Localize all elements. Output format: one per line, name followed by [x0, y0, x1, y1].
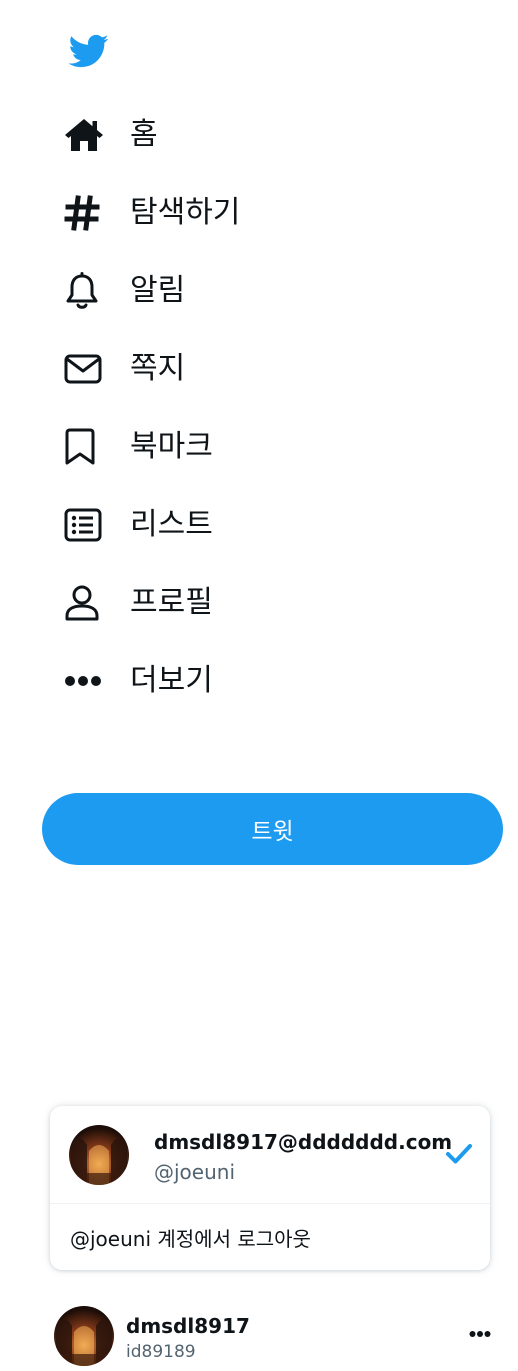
- account-name: dmsdl8917: [126, 1314, 250, 1338]
- account-email: dmsdl8917@ddddddd.com: [154, 1130, 453, 1154]
- nav-item-lists[interactable]: 리스트: [64, 486, 364, 564]
- nav-item-profile[interactable]: 프로필: [64, 564, 364, 642]
- tweet-button[interactable]: 트윗: [42, 793, 503, 865]
- logout-label: @joeuni 계정에서 로그아웃: [70, 1226, 311, 1251]
- nav-label-home: 홈: [130, 117, 158, 152]
- nav-label-lists: 리스트: [130, 507, 213, 542]
- account-menu-popup: dmsdl8917@ddddddd.com @joeuni @joeuni 계정…: [50, 1106, 490, 1270]
- nav-label-explore: 탐색하기: [130, 195, 241, 230]
- hashtag-icon: [64, 190, 110, 236]
- avatar: [69, 1125, 129, 1185]
- nav-item-notifications[interactable]: 알림: [64, 252, 364, 330]
- nav-label-notifications: 알림: [130, 273, 186, 308]
- mail-icon: [64, 346, 110, 392]
- profile-icon: [64, 580, 110, 626]
- more-circles-icon: [64, 658, 110, 704]
- twitter-bird-icon[interactable]: [64, 30, 112, 72]
- nav-label-profile: 프로필: [130, 585, 213, 620]
- ellipsis-icon[interactable]: [469, 1330, 491, 1338]
- home-icon: [64, 112, 110, 158]
- account-handle: id89189: [126, 1342, 196, 1362]
- logout-menu-item[interactable]: @joeuni 계정에서 로그아웃: [50, 1204, 490, 1270]
- bell-icon: [64, 268, 110, 314]
- nav-item-explore[interactable]: 탐색하기: [64, 174, 364, 252]
- checkmark-icon: [445, 1142, 473, 1166]
- account-handle: @joeuni: [154, 1160, 236, 1184]
- list-icon: [64, 502, 110, 548]
- sidebar-nav: 홈 탐색하기 알림 쪽지 북마크 리스트 프로필 더보기: [64, 96, 364, 720]
- account-switcher-button[interactable]: dmsdl8917 id89189: [0, 1296, 518, 1371]
- nav-label-messages: 쪽지: [130, 351, 186, 386]
- nav-item-messages[interactable]: 쪽지: [64, 330, 364, 408]
- nav-item-home[interactable]: 홈: [64, 96, 364, 174]
- bookmark-icon: [64, 424, 110, 470]
- avatar: [54, 1306, 114, 1366]
- nav-label-more: 더보기: [130, 663, 213, 698]
- nav-label-bookmarks: 북마크: [130, 429, 213, 464]
- current-account-row[interactable]: dmsdl8917@ddddddd.com @joeuni: [50, 1106, 490, 1202]
- nav-item-bookmarks[interactable]: 북마크: [64, 408, 364, 486]
- nav-item-more[interactable]: 더보기: [64, 642, 364, 720]
